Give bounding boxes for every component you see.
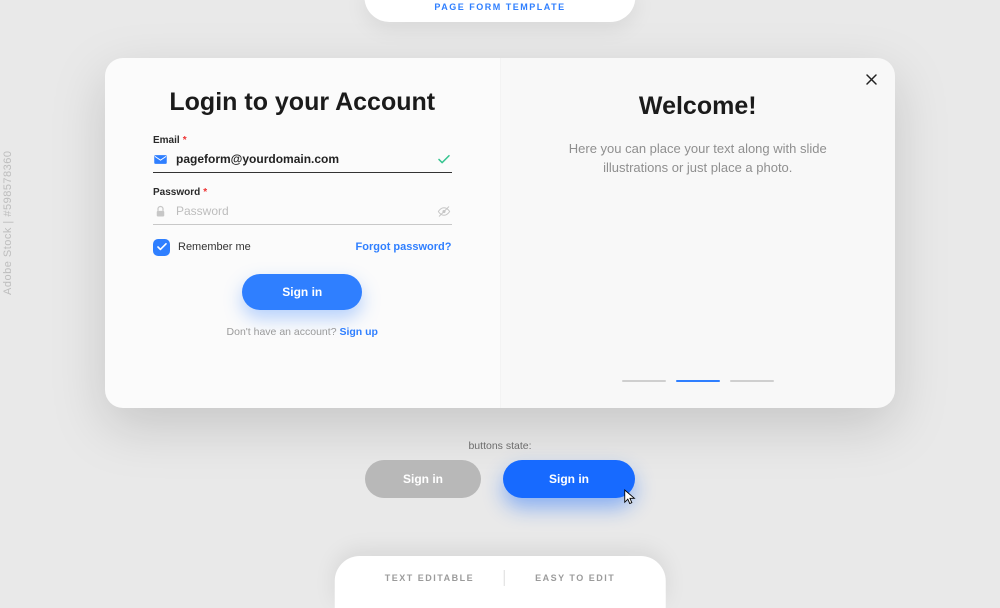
- login-title: Login to your Account: [153, 88, 452, 117]
- remember-checkbox[interactable]: [153, 239, 170, 256]
- email-field-row: [153, 146, 452, 173]
- eye-off-icon[interactable]: [436, 204, 452, 219]
- header-tag: PAGE FORM TEMPLATE: [364, 0, 635, 22]
- lock-icon: [153, 204, 168, 219]
- pager-dot[interactable]: [622, 380, 666, 383]
- close-icon[interactable]: [864, 72, 879, 87]
- signup-prompt: Don't have an account?: [227, 326, 340, 338]
- mail-icon: [153, 152, 168, 167]
- password-input[interactable]: [176, 204, 428, 218]
- signup-row: Don't have an account? Sign up: [153, 326, 452, 338]
- login-panel: Login to your Account Email* Password*: [105, 58, 501, 408]
- forgot-password-link[interactable]: Forgot password?: [356, 241, 452, 253]
- watermark: Adobe Stock | #598578360: [2, 150, 14, 295]
- signup-link[interactable]: Sign up: [339, 326, 378, 338]
- options-row: Remember me Forgot password?: [153, 239, 452, 256]
- pager-dot[interactable]: [730, 380, 774, 383]
- pager[interactable]: [622, 380, 774, 383]
- login-card: Login to your Account Email* Password*: [105, 58, 895, 408]
- remember-me[interactable]: Remember me: [153, 239, 251, 256]
- states-row: Sign in Sign in: [365, 460, 635, 498]
- welcome-panel: Welcome! Here you can place your text al…: [501, 58, 896, 408]
- signin-button-hover[interactable]: Sign in: [503, 460, 635, 498]
- footer-right: EASY TO EDIT: [535, 573, 615, 583]
- footer-divider: [504, 570, 505, 586]
- signin-button-disabled: Sign in: [365, 460, 481, 498]
- footer-left: TEXT EDITABLE: [385, 573, 474, 583]
- states-label: buttons state:: [0, 440, 1000, 452]
- check-icon: [436, 152, 452, 167]
- email-input[interactable]: [176, 152, 428, 166]
- welcome-title: Welcome!: [549, 92, 848, 121]
- password-label: Password*: [153, 187, 452, 198]
- pager-dot[interactable]: [676, 380, 720, 383]
- remember-label: Remember me: [178, 241, 251, 253]
- email-label: Email*: [153, 135, 452, 146]
- cursor-icon: [623, 488, 637, 506]
- welcome-subtitle: Here you can place your text along with …: [558, 139, 838, 178]
- password-field-row: [153, 198, 452, 225]
- signin-button[interactable]: Sign in: [242, 274, 362, 310]
- footer-pill: TEXT EDITABLE EASY TO EDIT: [335, 556, 666, 608]
